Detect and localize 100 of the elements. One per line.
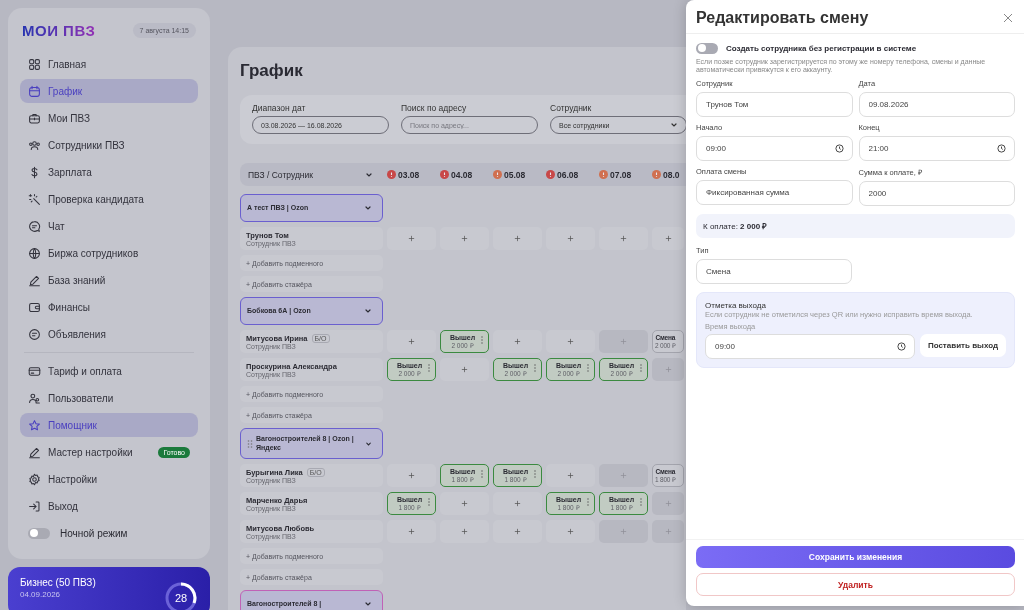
clock-icon xyxy=(997,143,1006,153)
section-title: Отметка выхода xyxy=(705,300,767,310)
plus-icon xyxy=(566,234,575,243)
plus-icon xyxy=(460,527,469,536)
date-header: 04.08 xyxy=(451,169,473,180)
time-field[interactable]: 09:00 xyxy=(705,333,915,359)
add-shift-button[interactable] xyxy=(546,227,595,250)
add-shift-button[interactable] xyxy=(493,227,542,250)
pencil-icon xyxy=(28,445,41,459)
nav-item[interactable]: Главная xyxy=(20,52,198,76)
chat-icon xyxy=(28,219,41,233)
add-shift-button[interactable] xyxy=(546,464,595,487)
plus-icon xyxy=(619,234,628,243)
plus-icon xyxy=(663,365,673,374)
toggle-label: Создать сотрудника без регистрации в системе xyxy=(726,43,917,53)
input-field[interactable]: 2000 xyxy=(858,180,1015,206)
clock-icon xyxy=(896,341,906,351)
plus-icon xyxy=(407,337,416,346)
input-field[interactable]: Фиксированная сумма xyxy=(696,179,853,205)
card-icon xyxy=(28,364,41,378)
plus-icon xyxy=(619,527,628,536)
dollar-icon xyxy=(28,165,41,179)
nav-item[interactable]: Чат xyxy=(20,214,198,238)
toggle-switch[interactable] xyxy=(696,42,718,54)
dialog-title: Редактировать смену xyxy=(696,9,869,27)
plus-icon xyxy=(619,337,628,346)
chevron-icon xyxy=(364,600,372,608)
add-shift-button[interactable] xyxy=(546,330,595,353)
add-shift-button[interactable] xyxy=(440,492,489,515)
clock-icon xyxy=(834,143,844,153)
add-shift-button[interactable] xyxy=(440,227,489,250)
nav-item[interactable]: Сотрудники ПВЗ xyxy=(20,133,198,157)
date-header: 07.08 xyxy=(610,169,632,180)
plus-icon xyxy=(513,337,522,346)
plus-icon xyxy=(566,471,575,480)
delete-button[interactable]: Удалить xyxy=(696,573,1015,596)
input-field[interactable]: 09.08.2026 xyxy=(858,91,1015,117)
chevron-icon xyxy=(670,121,678,129)
people-icon xyxy=(28,138,41,152)
toggle-switch[interactable] xyxy=(28,527,50,539)
column-header: ПВЗ / Сотрудник xyxy=(248,169,313,180)
plus-icon xyxy=(513,499,522,508)
nav-item[interactable]: Биржа сотрудников xyxy=(20,241,198,265)
date-header: 03.08 xyxy=(398,169,420,180)
nav-item[interactable]: Тариф и оплата xyxy=(20,359,198,383)
add-shift-button[interactable] xyxy=(493,492,542,515)
add-shift-button[interactable] xyxy=(440,358,489,381)
plus-icon xyxy=(407,234,416,243)
nav-item[interactable]: Зарплата xyxy=(20,160,198,184)
filter-label: Диапазон дат xyxy=(252,103,307,113)
nav-item[interactable]: Настройки xyxy=(20,467,198,491)
add-shift-button[interactable] xyxy=(387,330,436,353)
add-shift-button[interactable] xyxy=(599,227,648,250)
add-shift-button[interactable] xyxy=(440,520,489,543)
calendar-icon xyxy=(28,84,41,98)
add-shift-button[interactable] xyxy=(493,330,542,353)
nav-item[interactable]: Мои ПВЗ xyxy=(20,106,198,130)
plus-icon xyxy=(566,337,575,346)
plus-icon xyxy=(663,234,673,243)
nav-item[interactable]: База знаний xyxy=(20,268,198,292)
filter-label: Сотрудник xyxy=(550,103,593,113)
add-shift-button[interactable] xyxy=(387,227,436,250)
wallet-icon xyxy=(28,300,41,314)
nav-item[interactable]: Объявления xyxy=(20,322,198,346)
time-field[interactable]: 09:00 xyxy=(696,135,853,161)
plus-icon xyxy=(460,499,469,508)
nav-item[interactable]: Финансы xyxy=(20,295,198,319)
add-shift-button[interactable] xyxy=(493,520,542,543)
close-button[interactable] xyxy=(1003,13,1013,23)
total-amount: К оплате: 2 000 ₽ xyxy=(703,221,768,232)
plus-icon xyxy=(460,365,469,374)
chevron-icon xyxy=(364,204,372,212)
plus-icon xyxy=(566,527,575,536)
input-field[interactable]: Смена xyxy=(696,258,852,284)
filter-label: Поиск по адресу xyxy=(401,103,468,113)
chevron-icon xyxy=(364,307,372,315)
add-shift-button[interactable] xyxy=(387,464,436,487)
plus-icon xyxy=(513,234,522,243)
nav-item[interactable]: Выход xyxy=(20,494,198,518)
plan-date: 04.09.2026 xyxy=(20,590,62,599)
nav-item[interactable]: Пользователи xyxy=(20,386,198,410)
add-shift-button[interactable] xyxy=(546,520,595,543)
add-shift-button[interactable] xyxy=(387,520,436,543)
chevron-icon xyxy=(364,439,372,448)
logout-icon xyxy=(28,499,41,513)
plus-icon xyxy=(407,471,416,480)
plus-icon xyxy=(513,527,522,536)
plan-name: Бизнес (50 ПВЗ) xyxy=(20,577,96,588)
add-shift-button[interactable] xyxy=(652,227,684,250)
set-checkout-button[interactable]: Поставить выход xyxy=(919,333,1006,357)
input-field[interactable]: Трунов Том xyxy=(696,91,853,117)
save-button[interactable]: Сохранить изменения xyxy=(696,546,1015,568)
plus-icon xyxy=(460,234,469,243)
plus-icon xyxy=(407,527,416,536)
sparkle-icon xyxy=(28,192,41,206)
nav-item[interactable]: Проверка кандидата xyxy=(20,187,198,211)
message-icon xyxy=(28,327,41,341)
plus-icon xyxy=(619,471,628,480)
time-field[interactable]: 21:00 xyxy=(858,135,1015,161)
date-header: 08.0 xyxy=(663,169,680,180)
